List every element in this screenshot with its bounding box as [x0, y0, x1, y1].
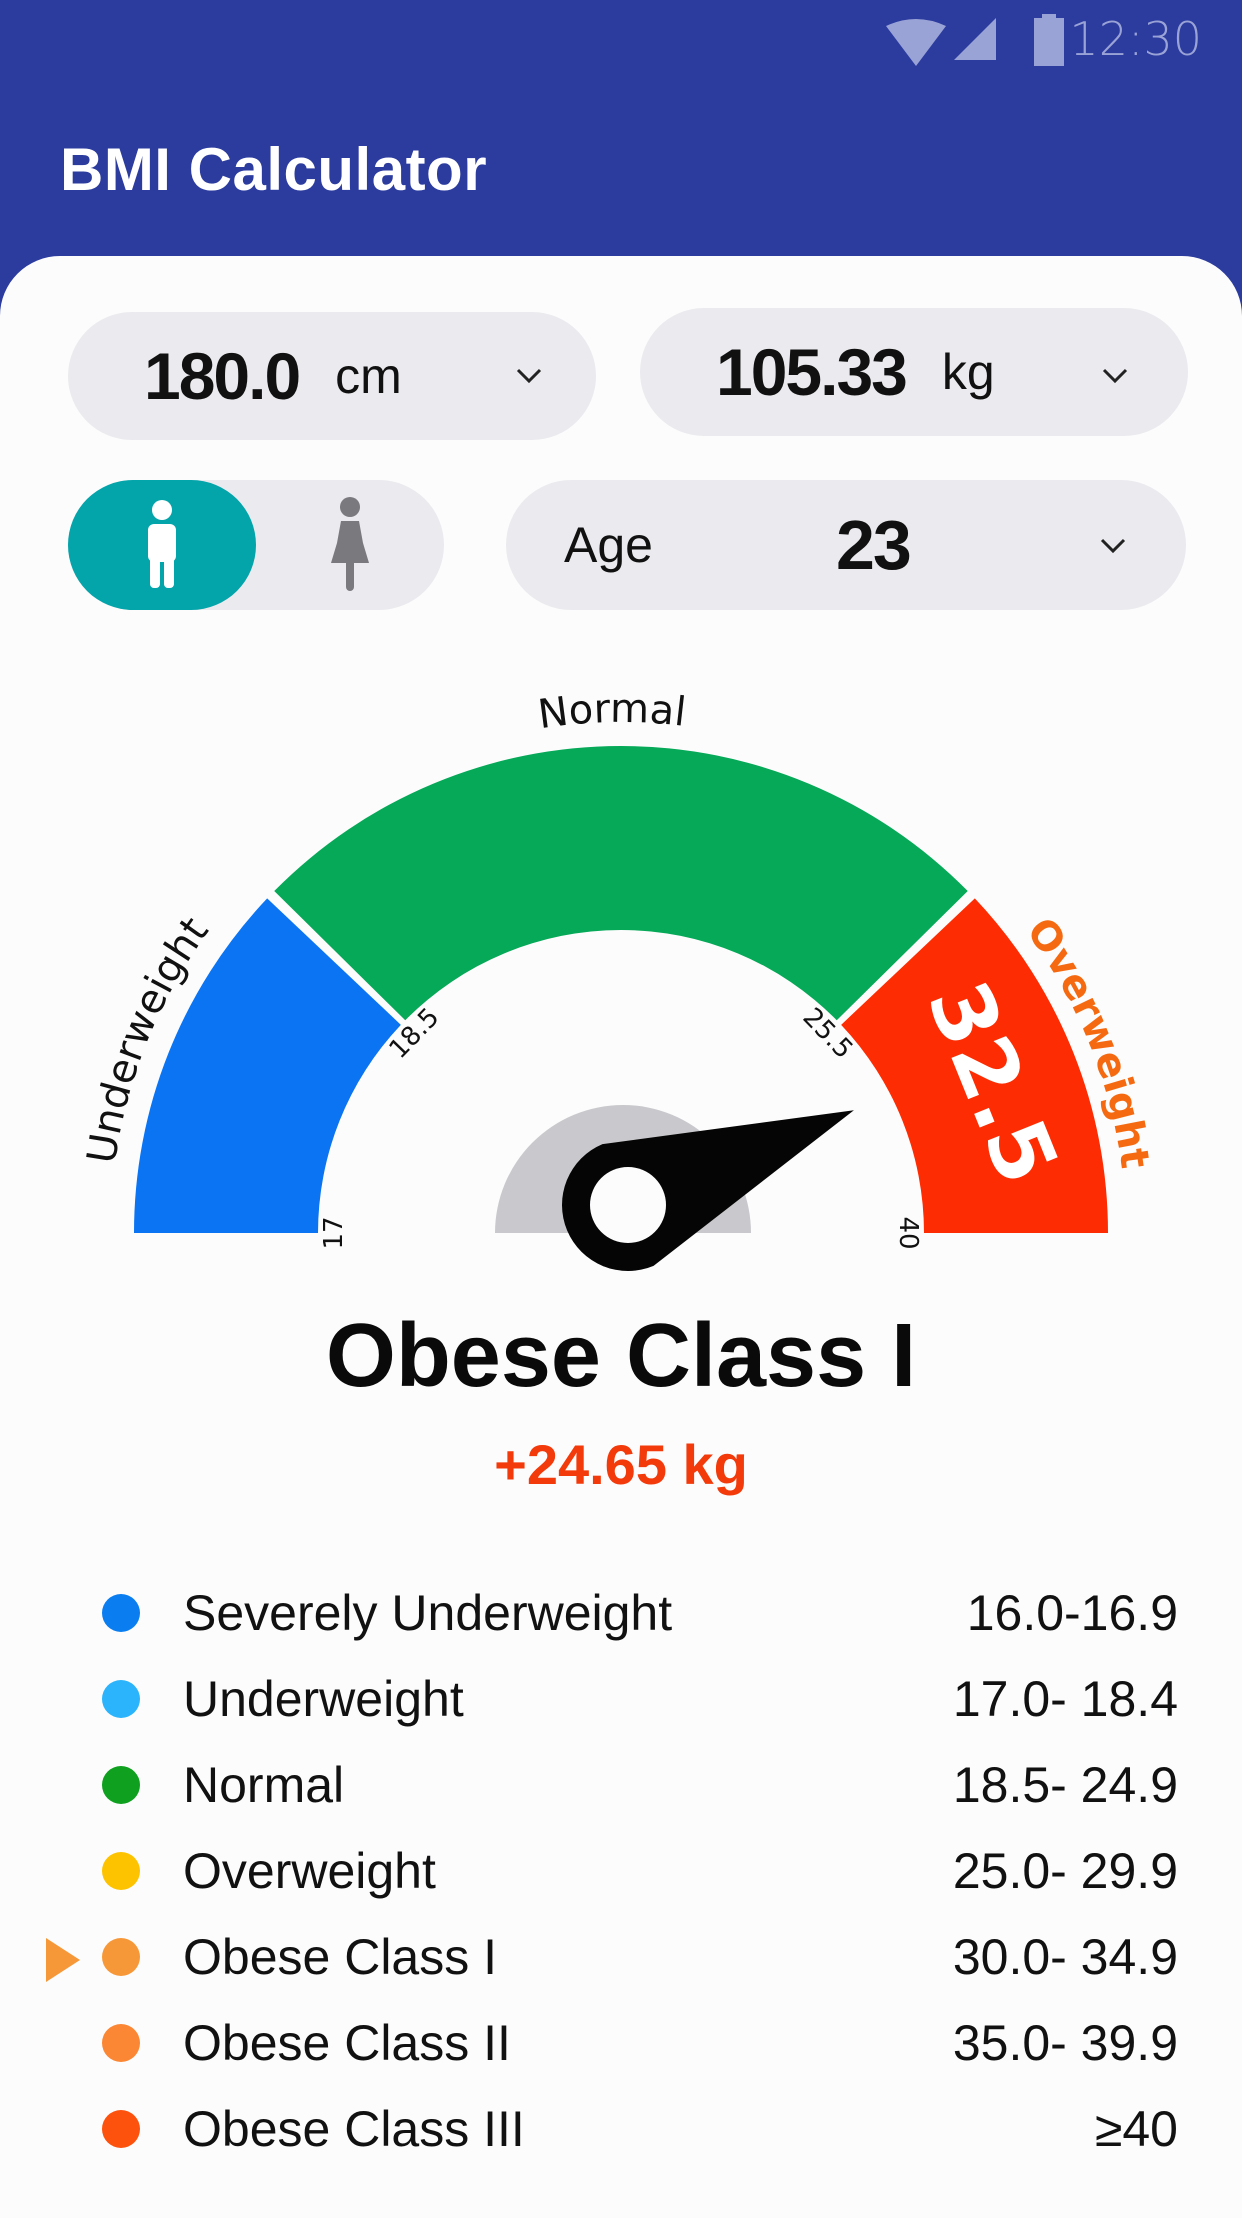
- legend-row: Obese Class III ≥40: [0, 2086, 1242, 2172]
- legend-label: Underweight: [183, 1671, 464, 1727]
- battery-icon: [1034, 14, 1064, 66]
- legend-row: Obese Class I 30.0- 34.9: [0, 1914, 1242, 2000]
- legend-range: 25.0- 29.9: [952, 1843, 1178, 1899]
- legend-range: 16.0-16.9: [966, 1585, 1178, 1641]
- weight-unit: kg: [941, 344, 995, 400]
- legend-label: Normal: [183, 1757, 345, 1813]
- gauge-tick-25-5: 25.5: [797, 1002, 859, 1064]
- age-label: Age: [564, 517, 653, 573]
- chevron-down-icon: [1100, 538, 1126, 554]
- chevron-down-icon: [516, 368, 542, 384]
- legend-row: Normal 18.5- 24.9: [0, 1742, 1242, 1828]
- legend-range: 30.0- 34.9: [952, 1929, 1178, 1985]
- legend-row: Underweight 17.0- 18.4: [0, 1656, 1242, 1742]
- male-icon: [148, 500, 176, 588]
- legend-row: Obese Class II 35.0- 39.9: [0, 2000, 1242, 2086]
- legend-label: Severely Underweight: [183, 1585, 673, 1641]
- legend-range: 17.0- 18.4: [952, 1671, 1178, 1727]
- legend-dot: [102, 1594, 140, 1632]
- legend-row: Overweight 25.0- 29.9: [0, 1828, 1242, 1914]
- gender-toggle: [68, 480, 444, 610]
- height-selector[interactable]: 180.0 cm: [68, 312, 596, 440]
- legend-label: Obese Class II: [183, 2015, 511, 2071]
- legend-dot: [102, 1766, 140, 1804]
- current-category-marker: [46, 1938, 80, 1982]
- age-selector[interactable]: Age 23: [506, 480, 1186, 610]
- legend-range: ≥40: [1094, 2101, 1178, 2157]
- legend-range: 35.0- 39.9: [952, 2015, 1178, 2071]
- weight-value: 105.33: [716, 335, 908, 409]
- result-category: Obese Class I: [325, 1306, 917, 1406]
- legend-dot: [102, 2110, 140, 2148]
- legend-dot: [102, 2024, 140, 2062]
- app-title: BMI Calculator: [60, 136, 488, 203]
- age-value: 23: [836, 506, 912, 584]
- legend-label: Overweight: [183, 1843, 436, 1899]
- signal-icon: [954, 18, 996, 60]
- legend-dot: [102, 1938, 140, 1976]
- gauge-label-normal: Normal: [535, 686, 688, 738]
- legend-dot: [102, 1680, 140, 1718]
- status-time: 12:30: [1069, 12, 1202, 66]
- height-unit: cm: [335, 348, 402, 404]
- gauge-segment-normal: [274, 745, 968, 1021]
- female-icon: [331, 497, 369, 591]
- chevron-down-icon: [1102, 368, 1128, 384]
- bmi-gauge: Underweight Normal Overweight 17 18.5 25…: [79, 686, 1158, 1272]
- legend-range: 18.5- 24.9: [952, 1757, 1178, 1813]
- legend-label: Obese Class I: [183, 1929, 498, 1985]
- status-bar: 12:30: [0, 0, 1242, 80]
- legend-label: Obese Class III: [183, 2101, 525, 2157]
- height-value: 180.0: [144, 339, 301, 413]
- gender-male-button[interactable]: [68, 480, 256, 610]
- result-weight-delta: +24.65 kg: [494, 1433, 748, 1496]
- gauge-tick-17: 17: [319, 1216, 349, 1249]
- gauge-tick-40: 40: [893, 1216, 923, 1249]
- gauge-tick-18-5: 18.5: [384, 1002, 446, 1064]
- legend-dot: [102, 1852, 140, 1890]
- gender-female-button[interactable]: [256, 480, 444, 610]
- legend-row: Severely Underweight 16.0-16.9: [0, 1570, 1242, 1656]
- weight-selector[interactable]: 105.33 kg: [640, 308, 1188, 436]
